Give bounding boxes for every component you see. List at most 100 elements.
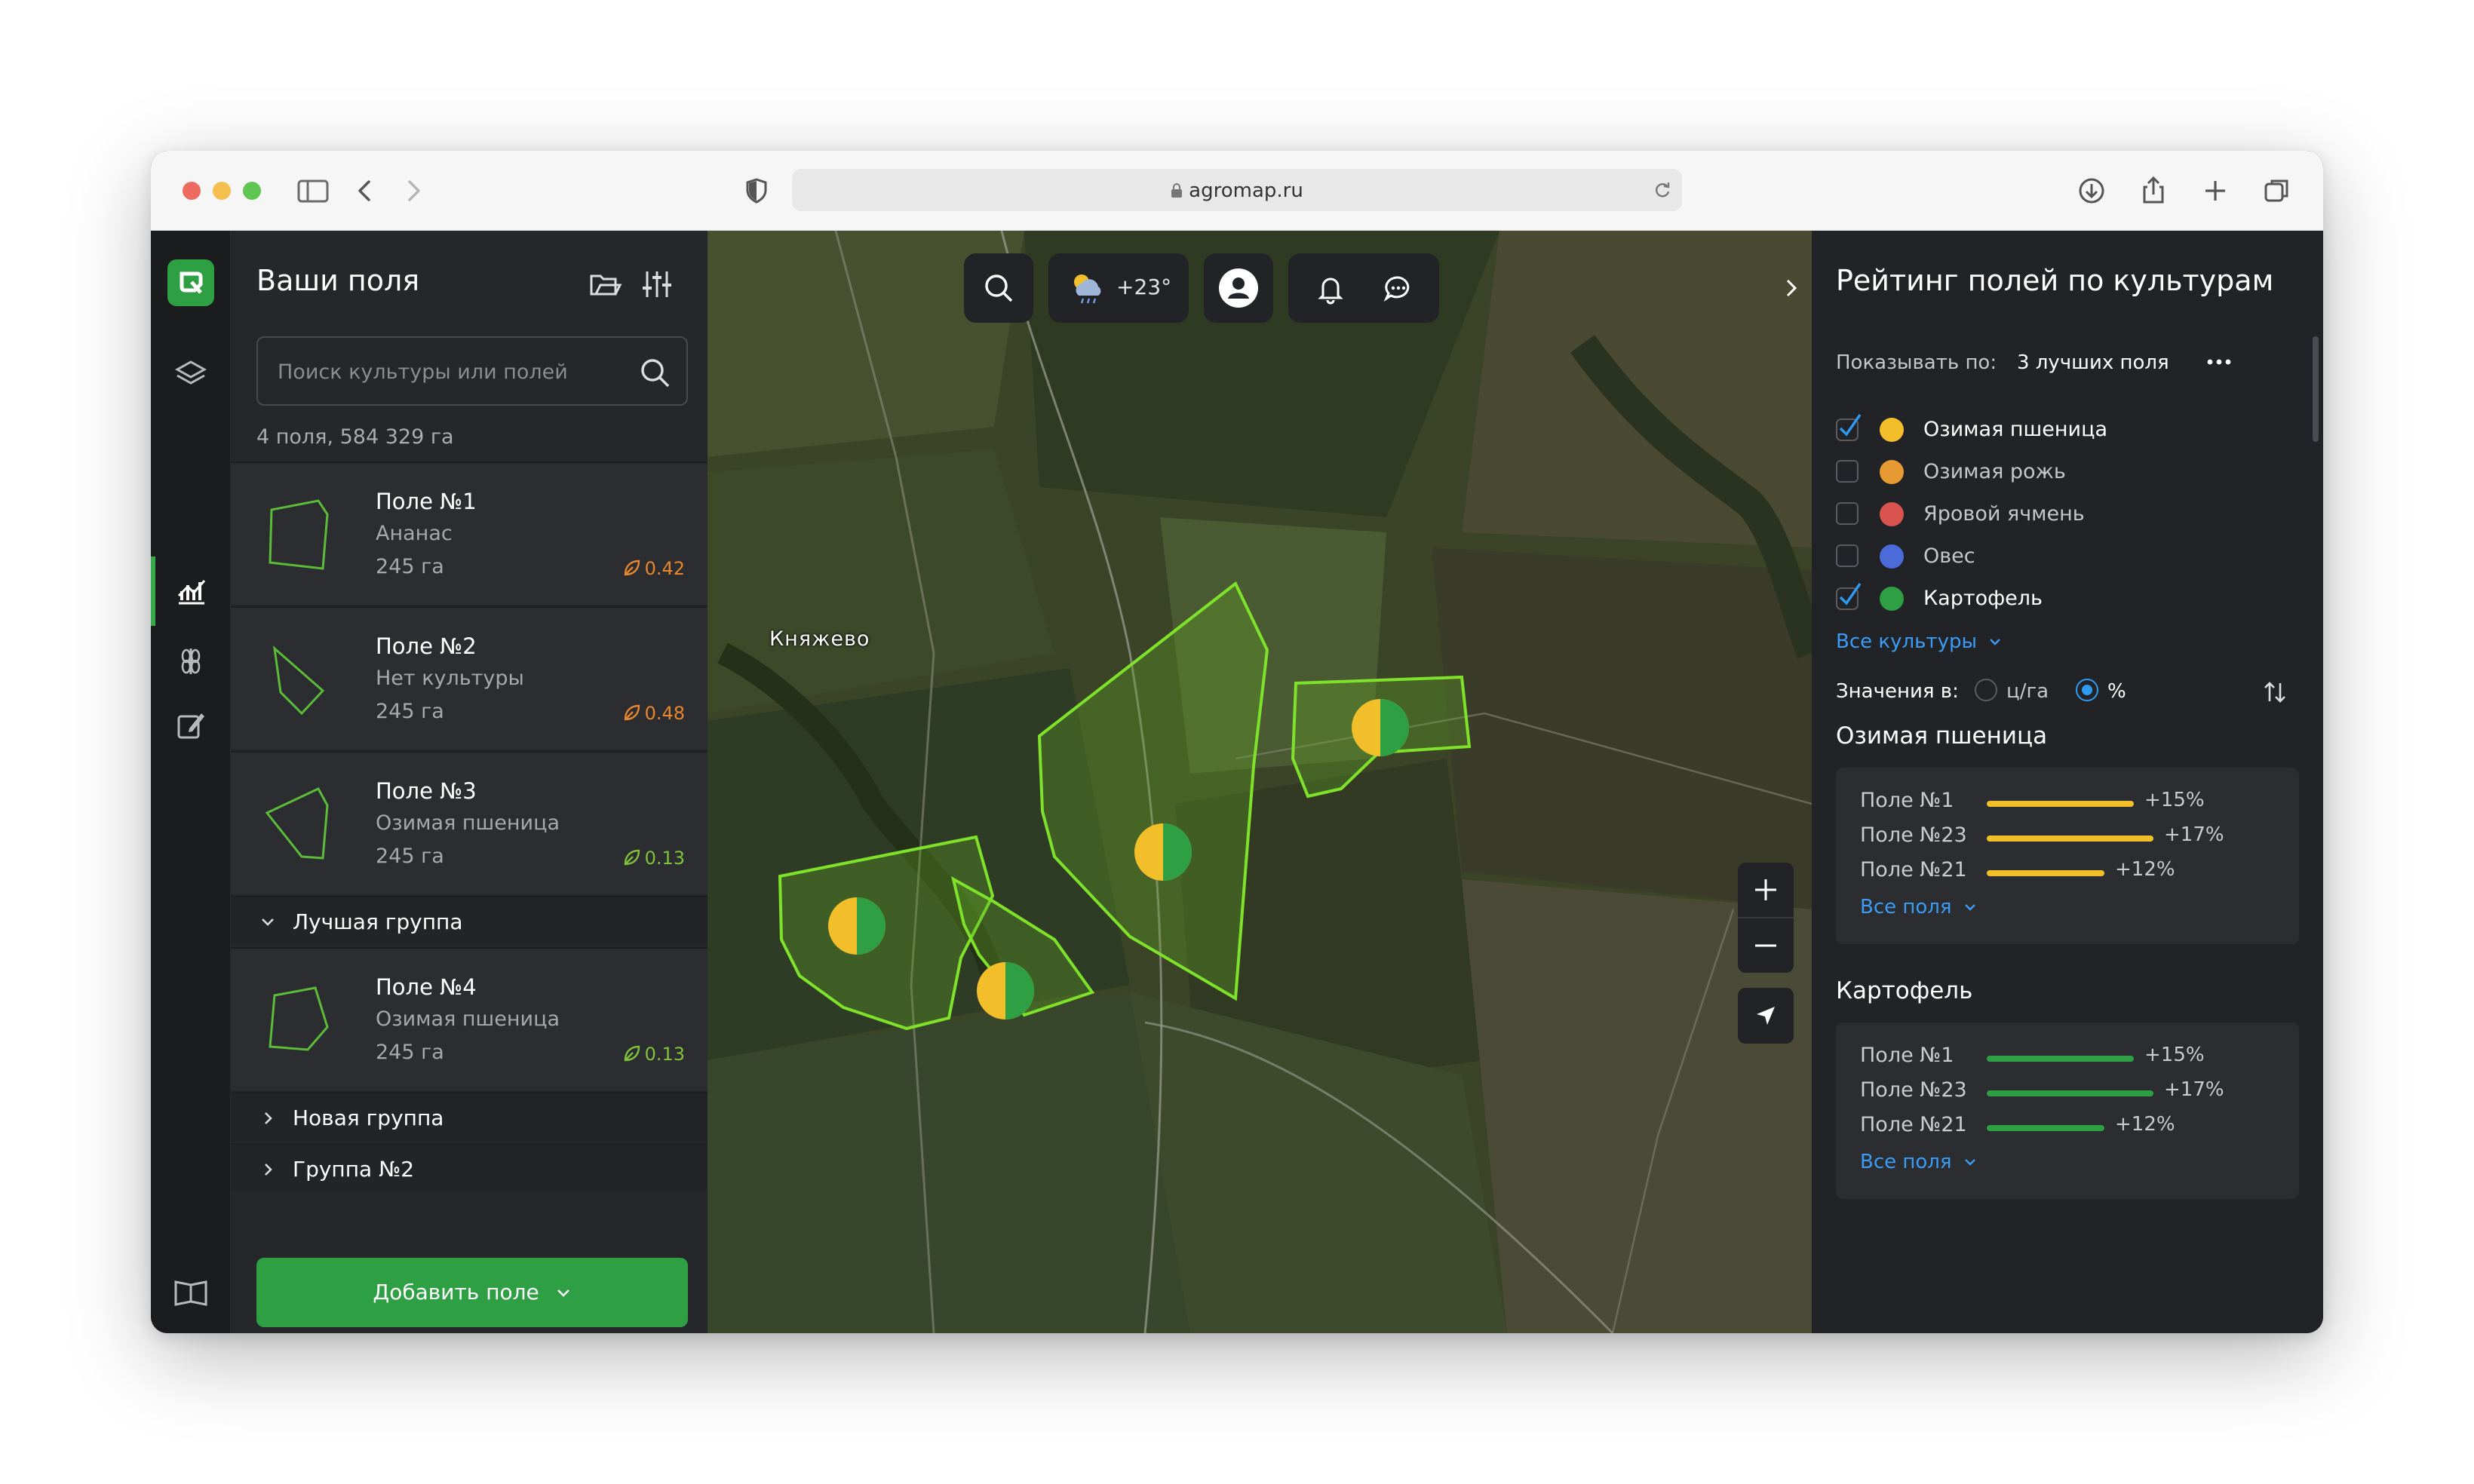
crop-name: Овес xyxy=(1923,544,1975,568)
radio-unit-percent[interactable] xyxy=(2076,679,2098,701)
checkbox[interactable] xyxy=(1836,502,1859,525)
rating-row[interactable]: Поле №23 +17% xyxy=(1860,822,2282,852)
layers-icon[interactable] xyxy=(170,353,212,395)
weather-temp: +23° xyxy=(1116,274,1172,299)
folder-icon[interactable] xyxy=(585,265,623,303)
zoom-in-icon[interactable] xyxy=(1752,876,1779,903)
share-icon[interactable] xyxy=(2135,172,2172,210)
field-crop-marker[interactable] xyxy=(977,962,1034,1019)
address-bar[interactable]: agromap.ru xyxy=(792,169,1682,211)
sidebar-toggle-icon[interactable] xyxy=(294,172,332,210)
filter-sliders-icon[interactable] xyxy=(638,265,676,303)
section-title: Картофель xyxy=(1836,977,1973,1004)
crop-name: Озимая пшеница xyxy=(1923,418,2107,441)
field-item-2[interactable]: Поле №2 Нет культуры 245 га 0.48 xyxy=(231,606,708,750)
chevron-down-icon xyxy=(1964,904,1975,911)
navigation-arrow-icon xyxy=(1757,1007,1775,1025)
forward-icon[interactable] xyxy=(394,172,431,210)
field-item-3[interactable]: Поле №3 Озимая пшеница 245 га 0.13 xyxy=(231,751,708,894)
crop-item-oats[interactable]: Овес xyxy=(1836,538,2288,572)
browser-window: agromap.ru Ваши поля 4 поля, 584 329 га … xyxy=(151,151,2323,1333)
lock-icon xyxy=(1171,183,1183,198)
add-field-button[interactable]: Добавить поле xyxy=(256,1258,688,1327)
rating-card-wheat: Поле №1 +15% Поле №23 +17% Поле №21 +12% Вс… xyxy=(1836,768,2299,944)
ndvi-value: 0.13 xyxy=(622,848,685,869)
chevron-right-icon xyxy=(265,1112,272,1124)
agromap-logo-icon[interactable] xyxy=(167,259,214,306)
field-item-1[interactable]: Поле №1 Ананас 245 га 0.42 xyxy=(231,461,708,605)
fields-summary: 4 поля, 584 329 га xyxy=(256,425,454,449)
analytics-icon[interactable] xyxy=(170,570,212,612)
crop-name: Картофель xyxy=(1923,587,2043,610)
field-shape-icon xyxy=(269,986,329,1051)
unit-percent-label: % xyxy=(2107,680,2126,703)
search-input[interactable] xyxy=(278,359,625,385)
crop-item-winter-rye[interactable]: Озимая рожь xyxy=(1836,454,2288,487)
rating-bar xyxy=(1987,1090,2153,1096)
checkbox-checked[interactable] xyxy=(1836,581,1866,611)
field-crop-marker[interactable] xyxy=(1134,823,1192,881)
download-icon[interactable] xyxy=(2073,172,2110,210)
group-2[interactable]: Группа №2 xyxy=(231,1143,708,1193)
sort-icon[interactable] xyxy=(2260,677,2290,707)
zoom-window-button[interactable] xyxy=(243,182,261,200)
browser-toolbar: agromap.ru xyxy=(151,151,2323,231)
rating-title: Рейтинг полей по культурам xyxy=(1836,264,2274,297)
minimize-window-button[interactable] xyxy=(213,182,231,200)
rating-row[interactable]: Поле №1 +15% xyxy=(1860,1042,2282,1072)
field-item-4[interactable]: Поле №4 Озимая пшеница 245 га 0.13 xyxy=(231,947,708,1090)
crop-item-winter-wheat[interactable]: Озимая пшеница xyxy=(1836,412,2288,445)
all-crops-link[interactable]: Все культуры xyxy=(1836,630,2003,653)
scrollbar[interactable] xyxy=(2313,336,2319,442)
radio-unit-centner[interactable] xyxy=(1975,679,1997,701)
crop-item-potato[interactable]: Картофель xyxy=(1836,581,2288,614)
show-by-value[interactable]: 3 лучших поля xyxy=(2017,351,2169,374)
bell-icon[interactable] xyxy=(1312,270,1349,306)
satellite-map[interactable]: Княжево +23° xyxy=(708,231,1812,1333)
profile-button[interactable] xyxy=(1204,253,1273,323)
group-best[interactable]: Лучшая группа xyxy=(231,896,708,946)
field-crop-marker[interactable] xyxy=(1352,699,1409,756)
rating-row[interactable]: Поле №21 +12% xyxy=(1860,1111,2282,1142)
locate-button[interactable] xyxy=(1738,988,1794,1044)
avatar-icon xyxy=(1219,268,1258,308)
chat-icon[interactable] xyxy=(1380,270,1417,306)
checkbox-checked[interactable] xyxy=(1836,412,1866,442)
crop-item-spring-barley[interactable]: Яровой ячмень xyxy=(1836,496,2288,529)
field-crop-marker[interactable] xyxy=(828,897,886,955)
close-window-button[interactable] xyxy=(183,182,201,200)
map-canvas[interactable] xyxy=(708,231,1812,1333)
zoom-out-icon[interactable] xyxy=(1752,932,1779,959)
leaf-icon xyxy=(624,849,640,866)
notes-icon[interactable] xyxy=(170,704,212,747)
checkbox[interactable] xyxy=(1836,460,1859,483)
weather-widget[interactable]: +23° xyxy=(1048,253,1189,323)
collapse-panel-icon[interactable] xyxy=(1779,273,1806,303)
search-icon[interactable] xyxy=(638,356,671,389)
rating-row[interactable]: Поле №23 +17% xyxy=(1860,1077,2282,1107)
new-tab-icon[interactable] xyxy=(2196,172,2234,210)
more-options-icon[interactable] xyxy=(2204,354,2234,369)
rating-bar xyxy=(1987,870,2104,876)
all-fields-link[interactable]: Все поля xyxy=(1860,896,1978,918)
back-icon[interactable] xyxy=(347,172,385,210)
group-label: Группа №2 xyxy=(293,1157,415,1182)
reload-icon[interactable] xyxy=(1652,179,1673,201)
crop-icon[interactable] xyxy=(170,639,212,682)
rating-row[interactable]: Поле №21 +12% xyxy=(1860,857,2282,887)
tabs-overview-icon[interactable] xyxy=(2258,172,2296,210)
search-field[interactable] xyxy=(256,336,688,406)
field-name: Поле №3 xyxy=(376,778,477,804)
map-search-button[interactable] xyxy=(964,253,1033,323)
unit-centner-label: ц/га xyxy=(2006,680,2049,703)
notifications-chat-group xyxy=(1288,253,1439,323)
help-book-icon[interactable] xyxy=(170,1271,212,1314)
ndvi-value: 0.48 xyxy=(622,703,685,724)
field-crop: Озимая пшеница xyxy=(376,811,560,835)
checkbox[interactable] xyxy=(1836,544,1859,567)
chevron-down-icon xyxy=(1990,639,2001,645)
all-fields-link[interactable]: Все поля xyxy=(1860,1151,1978,1173)
privacy-shield-icon[interactable] xyxy=(738,172,775,210)
group-new[interactable]: Новая группа xyxy=(231,1092,708,1142)
rating-row[interactable]: Поле №1 +15% xyxy=(1860,787,2282,817)
